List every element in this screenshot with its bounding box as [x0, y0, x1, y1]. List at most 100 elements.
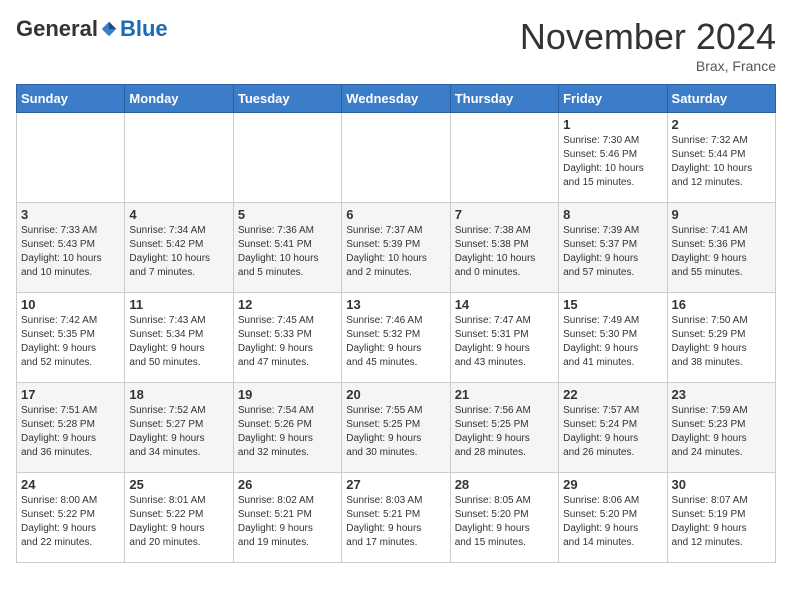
- day-info: Sunrise: 7:49 AM Sunset: 5:30 PM Dayligh…: [563, 314, 662, 370]
- calendar-cell: 13 Sunrise: 7:46 AM Sunset: 5:32 PM Dayli…: [342, 293, 450, 383]
- calendar-cell: 8 Sunrise: 7:39 AM Sunset: 5:37 PM Daylig…: [559, 203, 667, 293]
- day-info: Sunrise: 7:47 AM Sunset: 5:31 PM Dayligh…: [455, 314, 554, 370]
- day-number: 23: [672, 387, 771, 402]
- header-thursday: Thursday: [450, 85, 558, 113]
- day-info: Sunrise: 8:03 AM Sunset: 5:21 PM Dayligh…: [346, 494, 445, 550]
- calendar-cell: 1Sunrise: 7:30 AM Sunset: 5:46 PM Daylig…: [559, 113, 667, 203]
- calendar-cell: 23 Sunrise: 7:59 AM Sunset: 5:23 PM Dayli…: [667, 383, 775, 473]
- day-number: 24: [21, 477, 120, 492]
- day-info: Sunrise: 7:43 AM Sunset: 5:34 PM Dayligh…: [129, 314, 228, 370]
- day-number: 15: [563, 297, 662, 312]
- calendar-cell: 7 Sunrise: 7:38 AM Sunset: 5:38 PM Daylig…: [450, 203, 558, 293]
- calendar-cell: 9 Sunrise: 7:41 AM Sunset: 5:36 PM Daylig…: [667, 203, 775, 293]
- day-number: 27: [346, 477, 445, 492]
- calendar-cell: 12Sunrise: 7:45 AM Sunset: 5:33 PM Dayli…: [233, 293, 341, 383]
- day-info: Sunrise: 7:51 AM Sunset: 5:28 PM Dayligh…: [21, 404, 120, 460]
- day-number: 29: [563, 477, 662, 492]
- logo-general: General: [16, 16, 98, 42]
- calendar-cell: [450, 113, 558, 203]
- header-saturday: Saturday: [667, 85, 775, 113]
- day-info: Sunrise: 7:56 AM Sunset: 5:25 PM Dayligh…: [455, 404, 554, 460]
- calendar-cell: 26 Sunrise: 8:02 AM Sunset: 5:21 PM Dayli…: [233, 473, 341, 563]
- calendar-cell: 15 Sunrise: 7:49 AM Sunset: 5:30 PM Dayli…: [559, 293, 667, 383]
- calendar-cell: 17 Sunrise: 7:51 AM Sunset: 5:28 PM Dayli…: [17, 383, 125, 473]
- day-number: 17: [21, 387, 120, 402]
- calendar-cell: 16Sunrise: 7:50 AM Sunset: 5:29 PM Dayli…: [667, 293, 775, 383]
- calendar-cell: [125, 113, 233, 203]
- day-number: 20: [346, 387, 445, 402]
- day-info: Sunrise: 8:00 AM Sunset: 5:22 PM Dayligh…: [21, 494, 120, 550]
- calendar-cell: 28Sunrise: 8:05 AM Sunset: 5:20 PM Dayli…: [450, 473, 558, 563]
- calendar-cell: 18 Sunrise: 7:52 AM Sunset: 5:27 PM Dayli…: [125, 383, 233, 473]
- day-number: 14: [455, 297, 554, 312]
- week-row-3: 17 Sunrise: 7:51 AM Sunset: 5:28 PM Dayli…: [17, 383, 776, 473]
- day-info: Sunrise: 7:52 AM Sunset: 5:27 PM Dayligh…: [129, 404, 228, 460]
- calendar-cell: 6 Sunrise: 7:37 AM Sunset: 5:39 PM Daylig…: [342, 203, 450, 293]
- calendar-cell: 4 Sunrise: 7:34 AM Sunset: 5:42 PM Daylig…: [125, 203, 233, 293]
- day-info: Sunrise: 8:06 AM Sunset: 5:20 PM Dayligh…: [563, 494, 662, 550]
- day-info: Sunrise: 7:38 AM Sunset: 5:38 PM Dayligh…: [455, 224, 554, 280]
- day-info: Sunrise: 7:37 AM Sunset: 5:39 PM Dayligh…: [346, 224, 445, 280]
- day-number: 21: [455, 387, 554, 402]
- calendar-cell: 24 Sunrise: 8:00 AM Sunset: 5:22 PM Dayli…: [17, 473, 125, 563]
- week-row-4: 24 Sunrise: 8:00 AM Sunset: 5:22 PM Dayli…: [17, 473, 776, 563]
- week-row-0: 1Sunrise: 7:30 AM Sunset: 5:46 PM Daylig…: [17, 113, 776, 203]
- day-info: Sunrise: 7:54 AM Sunset: 5:26 PM Dayligh…: [238, 404, 337, 460]
- calendar-cell: [17, 113, 125, 203]
- calendar-cell: 25Sunrise: 8:01 AM Sunset: 5:22 PM Dayli…: [125, 473, 233, 563]
- day-info: Sunrise: 7:36 AM Sunset: 5:41 PM Dayligh…: [238, 224, 337, 280]
- calendar-cell: [342, 113, 450, 203]
- day-info: Sunrise: 8:01 AM Sunset: 5:22 PM Dayligh…: [129, 494, 228, 550]
- day-info: Sunrise: 7:33 AM Sunset: 5:43 PM Dayligh…: [21, 224, 120, 280]
- calendar-cell: 19 Sunrise: 7:54 AM Sunset: 5:26 PM Dayli…: [233, 383, 341, 473]
- calendar-cell: 20 Sunrise: 7:55 AM Sunset: 5:25 PM Dayli…: [342, 383, 450, 473]
- day-number: 18: [129, 387, 228, 402]
- day-number: 7: [455, 207, 554, 222]
- day-number: 6: [346, 207, 445, 222]
- day-info: Sunrise: 7:45 AM Sunset: 5:33 PM Dayligh…: [238, 314, 337, 370]
- header-tuesday: Tuesday: [233, 85, 341, 113]
- day-number: 5: [238, 207, 337, 222]
- calendar-cell: 2Sunrise: 7:32 AM Sunset: 5:44 PM Daylig…: [667, 113, 775, 203]
- day-number: 22: [563, 387, 662, 402]
- day-info: Sunrise: 7:39 AM Sunset: 5:37 PM Dayligh…: [563, 224, 662, 280]
- header-wednesday: Wednesday: [342, 85, 450, 113]
- logo-icon: [100, 20, 118, 38]
- calendar-cell: 10Sunrise: 7:42 AM Sunset: 5:35 PM Dayli…: [17, 293, 125, 383]
- day-number: 19: [238, 387, 337, 402]
- logo-blue: Blue: [120, 16, 168, 42]
- day-number: 11: [129, 297, 228, 312]
- calendar: Sunday Monday Tuesday Wednesday Thursday…: [16, 84, 776, 563]
- day-info: Sunrise: 8:02 AM Sunset: 5:21 PM Dayligh…: [238, 494, 337, 550]
- day-number: 3: [21, 207, 120, 222]
- day-number: 8: [563, 207, 662, 222]
- day-number: 9: [672, 207, 771, 222]
- title-section: November 2024 Brax, France: [520, 16, 776, 74]
- day-info: Sunrise: 7:50 AM Sunset: 5:29 PM Dayligh…: [672, 314, 771, 370]
- week-row-1: 3 Sunrise: 7:33 AM Sunset: 5:43 PM Daylig…: [17, 203, 776, 293]
- calendar-cell: 29 Sunrise: 8:06 AM Sunset: 5:20 PM Dayli…: [559, 473, 667, 563]
- day-number: 10: [21, 297, 120, 312]
- day-number: 13: [346, 297, 445, 312]
- location: Brax, France: [520, 58, 776, 74]
- day-info: Sunrise: 7:30 AM Sunset: 5:46 PM Dayligh…: [563, 134, 662, 190]
- day-number: 26: [238, 477, 337, 492]
- week-row-2: 10Sunrise: 7:42 AM Sunset: 5:35 PM Dayli…: [17, 293, 776, 383]
- day-info: Sunrise: 7:41 AM Sunset: 5:36 PM Dayligh…: [672, 224, 771, 280]
- day-info: Sunrise: 7:59 AM Sunset: 5:23 PM Dayligh…: [672, 404, 771, 460]
- header-sunday: Sunday: [17, 85, 125, 113]
- calendar-cell: 21 Sunrise: 7:56 AM Sunset: 5:25 PM Dayli…: [450, 383, 558, 473]
- day-info: Sunrise: 7:55 AM Sunset: 5:25 PM Dayligh…: [346, 404, 445, 460]
- header-monday: Monday: [125, 85, 233, 113]
- calendar-cell: 14 Sunrise: 7:47 AM Sunset: 5:31 PM Dayli…: [450, 293, 558, 383]
- day-number: 30: [672, 477, 771, 492]
- calendar-cell: 30 Sunrise: 8:07 AM Sunset: 5:19 PM Dayli…: [667, 473, 775, 563]
- day-number: 28: [455, 477, 554, 492]
- calendar-cell: 3 Sunrise: 7:33 AM Sunset: 5:43 PM Daylig…: [17, 203, 125, 293]
- day-info: Sunrise: 7:34 AM Sunset: 5:42 PM Dayligh…: [129, 224, 228, 280]
- day-number: 4: [129, 207, 228, 222]
- day-info: Sunrise: 7:46 AM Sunset: 5:32 PM Dayligh…: [346, 314, 445, 370]
- calendar-header-row: Sunday Monday Tuesday Wednesday Thursday…: [17, 85, 776, 113]
- day-info: Sunrise: 8:07 AM Sunset: 5:19 PM Dayligh…: [672, 494, 771, 550]
- calendar-cell: [233, 113, 341, 203]
